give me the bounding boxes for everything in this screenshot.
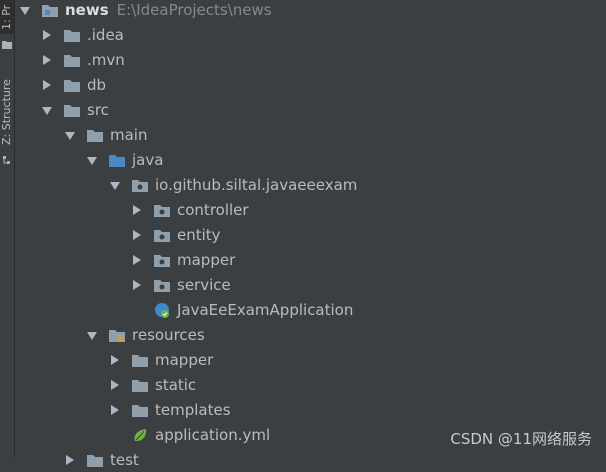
folder-icon bbox=[87, 129, 103, 142]
chevron-right-icon[interactable] bbox=[41, 29, 53, 41]
tree-item-label: main bbox=[110, 125, 148, 144]
tree-item-label: io.github.siltal.javaeeexam bbox=[155, 175, 358, 194]
tree-item-label: mapper bbox=[177, 250, 236, 269]
folder-icon bbox=[64, 54, 80, 67]
tree-item-idea[interactable]: .idea bbox=[15, 22, 606, 47]
folder-icon bbox=[87, 454, 103, 467]
tree-item-main[interactable]: main bbox=[15, 122, 606, 147]
package-icon bbox=[154, 229, 170, 242]
spring-config-file-icon bbox=[134, 428, 147, 441]
structure-icon bbox=[3, 156, 10, 164]
tree-item-mapper[interactable]: mapper bbox=[15, 247, 606, 272]
chevron-down-icon[interactable] bbox=[109, 179, 121, 191]
tree-item-label: service bbox=[177, 275, 231, 294]
folder-icon bbox=[64, 104, 80, 117]
package-icon bbox=[154, 204, 170, 217]
tree-item-label: java bbox=[132, 150, 164, 169]
tree-item-label: JavaEeExamApplication bbox=[177, 300, 354, 319]
tree-item-resources[interactable]: resources bbox=[15, 322, 606, 347]
project-path: E:\IdeaProjects\news bbox=[116, 0, 272, 19]
chevron-right-icon[interactable] bbox=[131, 229, 143, 241]
chevron-down-icon[interactable] bbox=[19, 4, 31, 16]
tool-window-strip: 1: Pr Z: Structure bbox=[0, 0, 15, 457]
tree-item-mvn[interactable]: .mvn bbox=[15, 47, 606, 72]
tree-item-label: test bbox=[110, 450, 139, 469]
chevron-right-icon[interactable] bbox=[41, 79, 53, 91]
tree-item-label: resources bbox=[132, 325, 205, 344]
folder-icon bbox=[132, 379, 148, 392]
tree-item-java[interactable]: java bbox=[15, 147, 606, 172]
tree-item-service[interactable]: service bbox=[15, 272, 606, 297]
tree-item-label: mapper bbox=[155, 350, 214, 369]
chevron-down-icon[interactable] bbox=[41, 104, 53, 116]
folder-icon bbox=[2, 41, 12, 49]
project-tool-tab[interactable]: 1: Pr bbox=[0, 0, 14, 34]
chevron-right-icon[interactable] bbox=[131, 279, 143, 291]
folder-icon bbox=[132, 404, 148, 417]
tree-item-static[interactable]: static bbox=[15, 372, 606, 397]
tree-item-src[interactable]: src bbox=[15, 97, 606, 122]
structure-tool-tab[interactable]: Z: Structure bbox=[0, 72, 14, 152]
chevron-right-icon[interactable] bbox=[109, 354, 121, 366]
tree-item-label: entity bbox=[177, 225, 221, 244]
watermark: CSDN @11网络服务 bbox=[450, 430, 592, 448]
chevron-right-icon[interactable] bbox=[109, 379, 121, 391]
folder-icon bbox=[64, 79, 80, 92]
chevron-right-icon[interactable] bbox=[109, 404, 121, 416]
chevron-down-icon[interactable] bbox=[86, 154, 98, 166]
module-icon bbox=[42, 4, 58, 17]
tree-item-label: news bbox=[65, 0, 109, 19]
tree-item-label: .mvn bbox=[87, 50, 125, 69]
chevron-down-icon[interactable] bbox=[64, 129, 76, 141]
folder-icon bbox=[132, 354, 148, 367]
resources-root-folder-icon bbox=[109, 329, 125, 342]
chevron-down-icon[interactable] bbox=[86, 329, 98, 341]
tree-item-label: .idea bbox=[87, 25, 124, 44]
chevron-right-icon[interactable] bbox=[131, 204, 143, 216]
tree-item-label: templates bbox=[155, 400, 231, 419]
tree-item-templates[interactable]: templates bbox=[15, 397, 606, 422]
tree-item-label: src bbox=[87, 100, 109, 119]
tree-item-entity[interactable]: entity bbox=[15, 222, 606, 247]
tree-item-label: db bbox=[87, 75, 107, 94]
folder-icon bbox=[64, 29, 80, 42]
project-tree[interactable]: news E:\IdeaProjects\news .idea .mvn db … bbox=[15, 0, 606, 469]
tree-item-label: controller bbox=[177, 200, 249, 219]
tree-item-res-mapper[interactable]: mapper bbox=[15, 347, 606, 372]
tree-item-label: application.yml bbox=[155, 425, 271, 444]
chevron-right-icon[interactable] bbox=[41, 54, 53, 66]
package-icon bbox=[154, 254, 170, 267]
package-icon bbox=[132, 179, 148, 192]
chevron-right-icon[interactable] bbox=[64, 454, 76, 466]
tree-item-news[interactable]: news E:\IdeaProjects\news bbox=[15, 0, 606, 22]
source-root-folder-icon bbox=[109, 154, 125, 167]
chevron-right-icon[interactable] bbox=[131, 254, 143, 266]
tree-item-label: static bbox=[155, 375, 197, 394]
package-icon bbox=[154, 279, 170, 292]
tree-item-controller[interactable]: controller bbox=[15, 197, 606, 222]
tree-item-app-class[interactable]: JavaEeExamApplication bbox=[15, 297, 606, 322]
spring-boot-class-icon bbox=[155, 302, 169, 318]
tree-item-package[interactable]: io.github.siltal.javaeeexam bbox=[15, 172, 606, 197]
tree-item-test[interactable]: test bbox=[15, 447, 606, 472]
tree-item-db[interactable]: db bbox=[15, 72, 606, 97]
